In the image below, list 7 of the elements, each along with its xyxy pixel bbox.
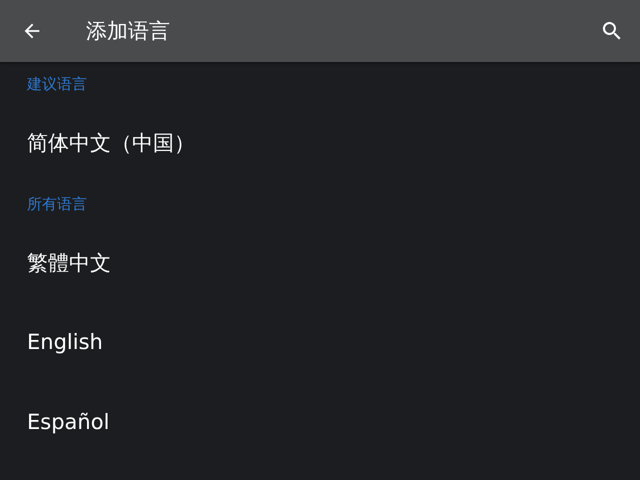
language-item[interactable]: 简体中文（中国） [0,103,640,182]
section-header: 建议语言 [27,74,87,94]
language-item[interactable]: Español [0,382,640,462]
language-item[interactable]: 繁體中文 [0,223,640,302]
screen-title: 添加语言 [86,18,170,45]
language-item[interactable]: English [0,302,640,382]
section-header: 所有语言 [27,194,87,214]
